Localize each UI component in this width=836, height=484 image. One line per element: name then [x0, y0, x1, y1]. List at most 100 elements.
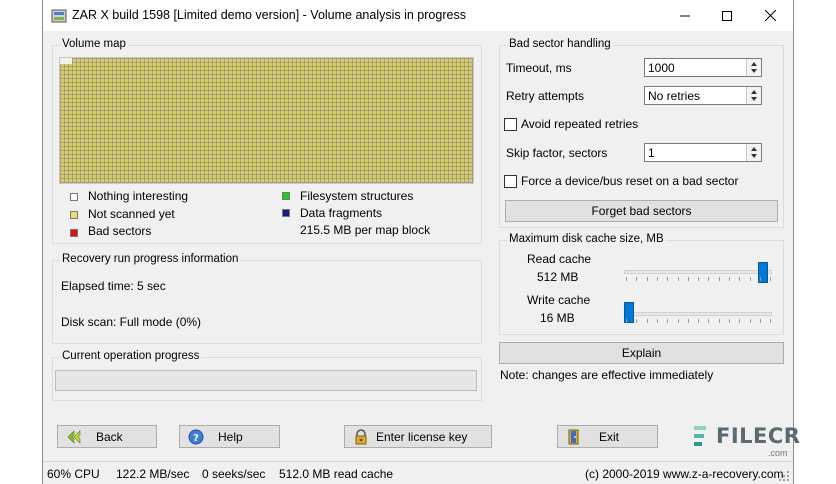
volume-map-title: Volume map — [60, 38, 128, 50]
filecr-watermark: FILECR .com — [692, 421, 802, 461]
write-cache-value: 16 MB — [540, 311, 575, 325]
timeout-value: 1000 — [648, 61, 675, 75]
slider-tick — [656, 319, 658, 323]
skip-factor-spinner[interactable]: 1 — [644, 143, 762, 162]
padlock-icon — [355, 429, 367, 445]
status-bar: 60% CPU 122.2 MB/sec 0 seeks/sec 512.0 M… — [43, 461, 793, 484]
slider-tick — [677, 319, 679, 323]
window-title: ZAR X build 1598 [Limited demo version] … — [72, 8, 466, 22]
retry-select[interactable]: No retries — [644, 86, 762, 105]
map-block-size: 215.5 MB per map block — [300, 223, 431, 237]
legend-filesystem-structures: Filesystem structures — [300, 189, 414, 203]
watermark-suffix: .com — [768, 448, 788, 458]
slider-tick — [749, 277, 751, 281]
legend-swatch-not-scanned — [70, 211, 78, 219]
volume-map-grid[interactable] — [59, 57, 474, 184]
maximize-button[interactable] — [704, 0, 750, 31]
slider-tick — [636, 319, 638, 323]
forget-bad-sectors-button[interactable]: Forget bad sectors — [505, 200, 778, 222]
timeout-label: Timeout, ms — [506, 61, 572, 75]
retry-label: Retry attempts — [506, 89, 585, 103]
current-operation-progress-bar — [55, 370, 477, 391]
status-cache: 512.0 MB read cache — [279, 467, 394, 481]
svg-text:?: ? — [193, 433, 199, 444]
enter-license-button[interactable]: Enter license key — [344, 425, 492, 448]
retry-spin-buttons[interactable] — [746, 87, 761, 104]
skip-spin-buttons[interactable] — [746, 144, 761, 161]
close-button[interactable] — [747, 0, 793, 31]
legend-not-scanned: Not scanned yet — [88, 207, 175, 221]
slider-tick — [770, 277, 772, 281]
resize-grip-icon[interactable] — [778, 470, 790, 482]
retry-value: No retries — [648, 89, 701, 103]
legend-data-fragments: Data fragments — [300, 206, 383, 220]
read-cache-slider-track[interactable] — [624, 270, 772, 274]
slider-tick — [626, 319, 627, 323]
explain-button[interactable]: Explain — [499, 342, 784, 364]
timeout-spinner[interactable]: 1000 — [644, 58, 762, 77]
app-window: ZAR X build 1598 [Limited demo version] … — [42, 0, 794, 484]
enter-license-label: Enter license key — [376, 430, 468, 444]
read-cache-label: Read cache — [527, 252, 592, 266]
legend-swatch-nothing — [70, 193, 78, 201]
help-button[interactable]: ? Help — [179, 425, 280, 448]
help-button-label: Help — [218, 430, 243, 444]
legend-swatch-filesystem — [282, 192, 290, 200]
close-icon — [764, 10, 776, 21]
legend-bad-sectors: Bad sectors — [88, 224, 152, 238]
slider-tick — [698, 319, 700, 323]
slider-tick — [770, 319, 772, 323]
slider-tick — [698, 277, 700, 281]
recovery-progress-title: Recovery run progress information — [60, 253, 241, 265]
status-seeks: 0 seeks/sec — [202, 467, 266, 481]
slider-tick — [687, 277, 689, 281]
maximize-icon — [722, 10, 732, 21]
status-copyright: (c) 2000-2019 www.z-a-recovery.com — [585, 467, 784, 481]
slider-tick — [656, 277, 658, 281]
exit-button-label: Exit — [599, 430, 620, 444]
force-reset-label[interactable]: Force a device/bus reset on a bad sector — [521, 174, 738, 188]
exit-button[interactable]: Exit — [557, 425, 658, 448]
slider-tick — [677, 277, 679, 281]
minimize-icon — [680, 15, 690, 16]
slider-tick — [636, 277, 638, 281]
status-speed: 122.2 MB/sec — [116, 467, 190, 481]
slider-tick — [646, 319, 648, 323]
bad-sector-title: Bad sector handling — [507, 38, 613, 50]
slider-tick — [667, 319, 669, 323]
slider-tick — [718, 319, 720, 323]
write-cache-label: Write cache — [527, 293, 591, 307]
skip-factor-label: Skip factor, sectors — [506, 146, 608, 160]
slider-tick — [718, 277, 720, 281]
slider-tick — [739, 277, 741, 281]
slider-tick — [729, 319, 730, 323]
status-cpu: 60% CPU — [47, 467, 100, 481]
watermark-brand: FILECR — [716, 424, 801, 448]
back-button[interactable]: Back — [57, 425, 157, 448]
avoid-retries-label[interactable]: Avoid repeated retries — [521, 117, 638, 131]
write-cache-slider-track[interactable] — [624, 312, 772, 316]
slider-tick — [646, 277, 648, 281]
title-bar[interactable]: ZAR X build 1598 [Limited demo version] … — [43, 0, 793, 31]
slider-tick — [626, 277, 627, 281]
volume-map-scanned-blocks — [60, 58, 72, 64]
slider-tick — [708, 319, 710, 323]
read-cache-value: 512 MB — [537, 270, 579, 284]
timeout-spin-buttons[interactable] — [746, 59, 761, 76]
recovery-progress-group: Recovery run progress information — [52, 253, 482, 344]
slider-tick — [708, 277, 710, 281]
avoid-retries-checkbox[interactable] — [504, 118, 517, 131]
back-button-label: Back — [96, 430, 123, 444]
disk-scan-status: Disk scan: Full mode (0%) — [61, 315, 202, 329]
cache-title: Maximum disk cache size, MB — [507, 233, 666, 245]
skip-factor-value: 1 — [648, 146, 655, 160]
slider-tick — [687, 319, 689, 323]
exit-door-icon — [568, 429, 579, 445]
legend-swatch-data-fragments — [282, 209, 290, 217]
double-arrow-left-icon — [67, 430, 81, 444]
filecr-logo-icon — [694, 426, 706, 446]
slider-tick — [739, 319, 741, 323]
minimize-button[interactable] — [662, 0, 708, 31]
force-reset-checkbox[interactable] — [504, 175, 517, 188]
slider-tick — [729, 277, 730, 281]
